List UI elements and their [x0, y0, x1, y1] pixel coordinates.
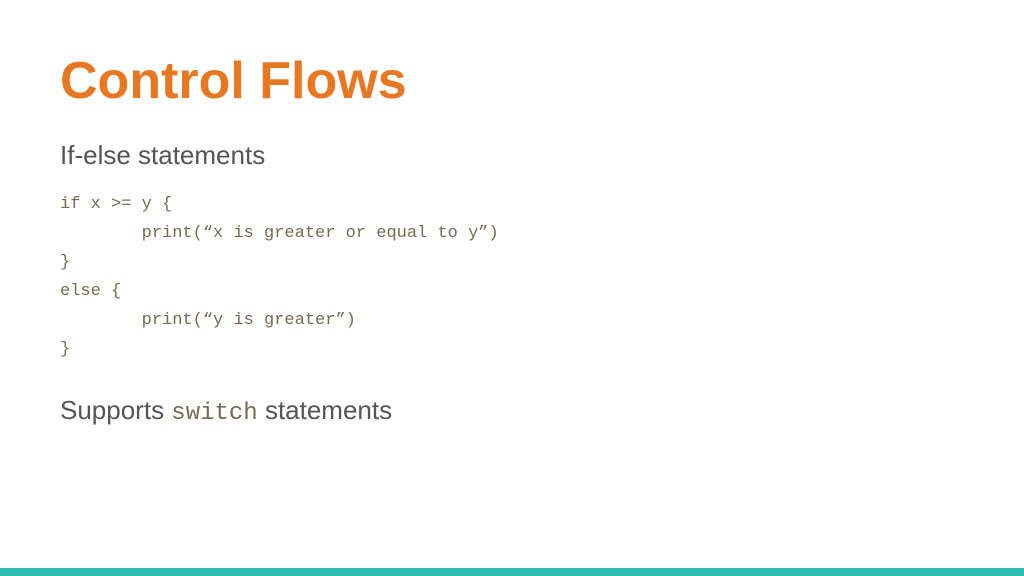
bottom-bar: [0, 568, 1024, 576]
code-line-4: else {: [60, 278, 964, 307]
section2-text: Supports switch statements: [60, 395, 964, 427]
supports-text-before: Supports: [60, 395, 171, 425]
code-block: if x >= y { print(“x is greater or equal…: [60, 191, 964, 364]
slide-title: Control Flows: [60, 50, 964, 112]
slide-container: Control Flows If-else statements if x >=…: [0, 0, 1024, 576]
code-line-3: }: [60, 249, 964, 278]
switch-keyword: switch: [171, 400, 257, 427]
code-line-6: }: [60, 336, 964, 365]
section1-heading: If-else statements: [60, 140, 964, 171]
code-line-5: print(“y is greater”): [60, 307, 964, 336]
code-line-1: if x >= y {: [60, 191, 964, 220]
code-line-2: print(“x is greater or equal to y”): [60, 220, 964, 249]
supports-text-after: statements: [258, 395, 392, 425]
